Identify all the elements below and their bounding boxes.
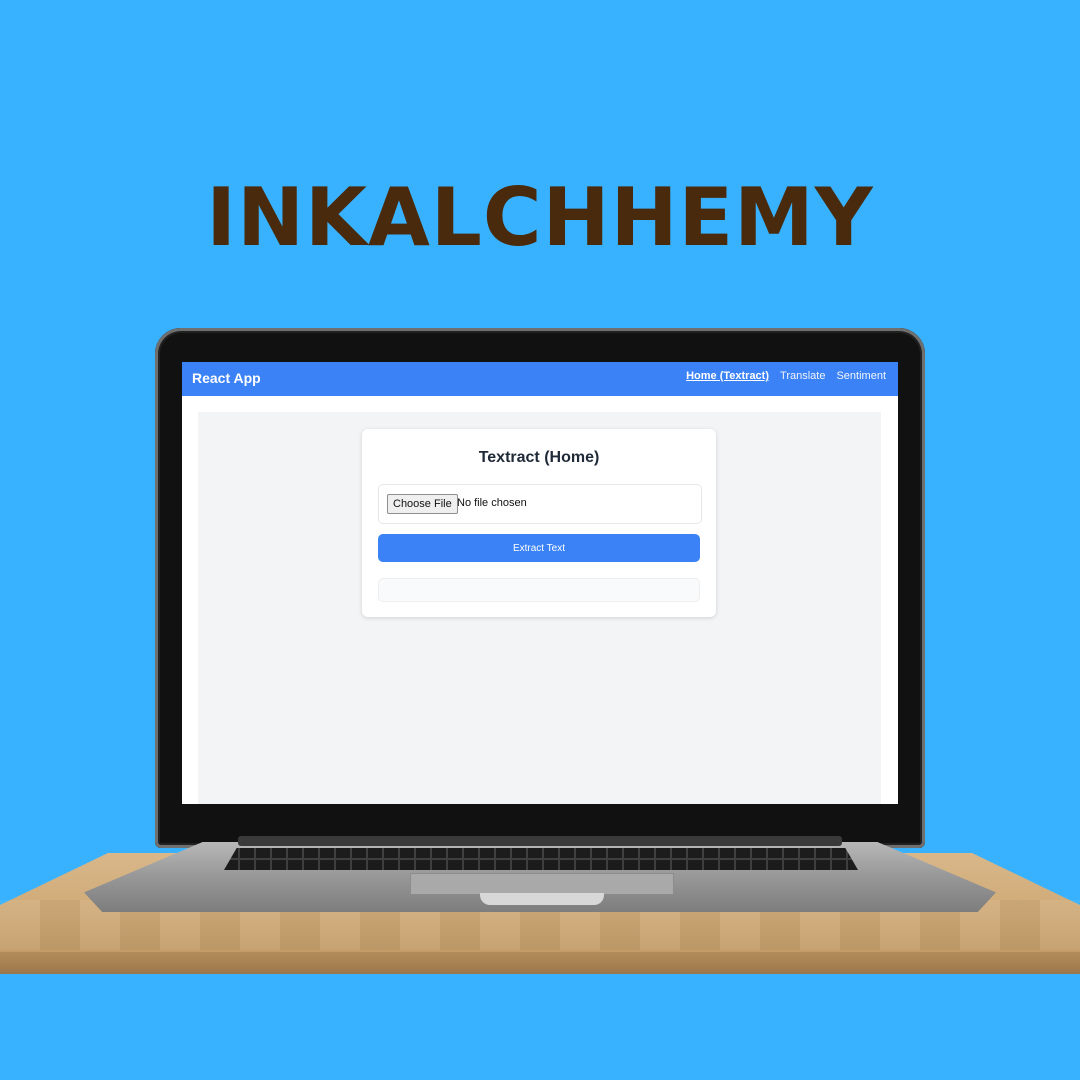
laptop-lip	[480, 893, 604, 905]
brand-headline: INKALCHHEMY	[206, 171, 874, 264]
laptop-keyboard	[224, 848, 858, 870]
app-title: React App	[192, 370, 261, 386]
nav-link-translate[interactable]: Translate	[780, 370, 825, 382]
navbar: React App Home (Textract) Translate Sent…	[182, 362, 898, 396]
laptop-hinge	[238, 836, 842, 846]
textract-card: Textract (Home) Choose File No file chos…	[362, 429, 716, 617]
card-title: Textract (Home)	[478, 449, 600, 466]
desk-front	[0, 952, 1080, 974]
extract-text-button[interactable]: Extract Text	[378, 534, 700, 562]
laptop-trackpad	[410, 873, 674, 895]
file-status: No file chosen	[457, 497, 527, 509]
choose-file-button[interactable]: Choose File	[387, 494, 458, 514]
nav-link-sentiment[interactable]: Sentiment	[836, 370, 886, 382]
nav-link-home[interactable]: Home (Textract)	[686, 370, 769, 382]
nav-links: Home (Textract) Translate Sentiment	[686, 370, 886, 382]
file-input[interactable]: Choose File No file chosen	[378, 484, 702, 524]
result-output	[378, 578, 700, 602]
laptop-screen: React App Home (Textract) Translate Sent…	[182, 362, 898, 804]
main-content: Textract (Home) Choose File No file chos…	[198, 412, 881, 804]
